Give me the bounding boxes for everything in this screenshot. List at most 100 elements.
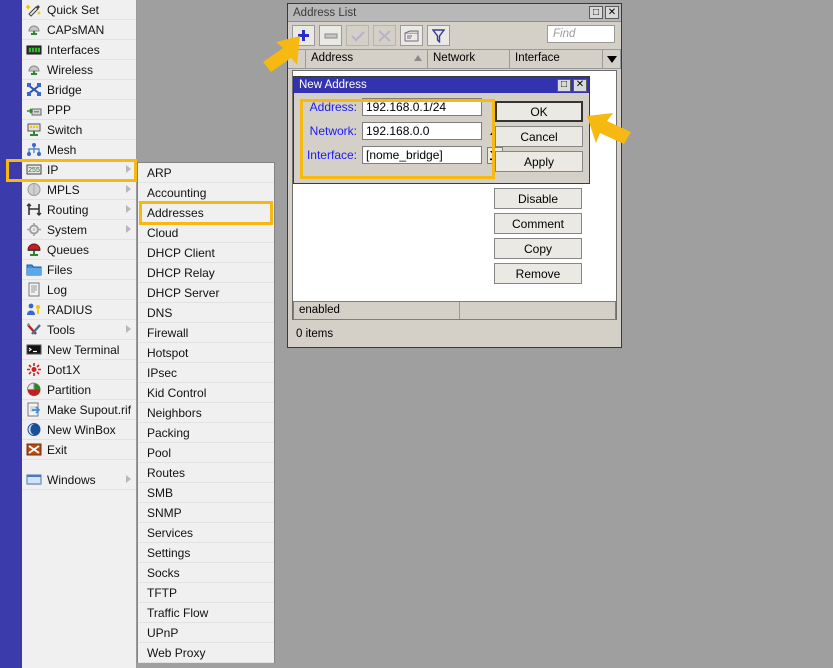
ip-submenu-item-addresses[interactable]: Addresses (138, 203, 274, 223)
sidebar-item-label: Mesh (47, 142, 77, 157)
wireless-icon (26, 62, 43, 78)
sidebar-item-label: Wireless (47, 62, 94, 77)
mpls-icon (26, 182, 43, 198)
add-button[interactable] (292, 25, 315, 46)
column-header-address[interactable]: Address (306, 50, 428, 68)
ip-submenu-panel: ARP Accounting Addresses Cloud DHCP Client DH… (137, 162, 275, 663)
column-header-network[interactable]: Network (428, 50, 510, 68)
sidebar-item-dot1x[interactable]: Dot1X (22, 360, 136, 380)
sidebar-item-system[interactable]: System (22, 220, 136, 240)
network-input[interactable]: 192.168.0.0 (362, 122, 482, 140)
sidebar-item-tools[interactable]: Tools (22, 320, 136, 340)
address-list-title: Address List (293, 6, 357, 19)
ip-submenu-item-ipsec[interactable]: IPsec (138, 363, 274, 383)
terminal-icon (26, 342, 43, 358)
radius-icon (26, 302, 43, 318)
ip-submenu-item-routes[interactable]: Routes (138, 463, 274, 483)
ip-submenu-item-pool[interactable]: Pool (138, 443, 274, 463)
address-list-status-row: enabled (293, 301, 616, 320)
ip-submenu-item-dhcp-client[interactable]: DHCP Client (138, 243, 274, 263)
sidebar-item-wireless[interactable]: Wireless (22, 60, 136, 80)
ip-submenu-item-dhcp-server[interactable]: DHCP Server (138, 283, 274, 303)
sidebar-item-label: Partition (47, 382, 92, 397)
enable-button[interactable] (346, 25, 369, 46)
field-label: Network: (309, 124, 357, 138)
sidebar-item-radius[interactable]: RADIUS (22, 300, 136, 320)
ip-submenu-item-upnp[interactable]: UPnP (138, 623, 274, 643)
sidebar-item-label: New WinBox (47, 422, 116, 437)
sidebar-item-routing[interactable]: Routing (22, 200, 136, 220)
ip-submenu-item-smb[interactable]: SMB (138, 483, 274, 503)
sidebar-item-partition[interactable]: Partition (22, 380, 136, 400)
ip-submenu-item-socks[interactable]: Socks (138, 563, 274, 583)
ip-submenu-item-firewall[interactable]: Firewall (138, 323, 274, 343)
sidebar-item-mpls[interactable]: MPLS (22, 180, 136, 200)
sidebar-item-bridge[interactable]: Bridge (22, 80, 136, 100)
sidebar-item-label: New Terminal (47, 342, 120, 357)
column-header-address-label: Address (311, 52, 354, 64)
maximize-icon[interactable]: □ (589, 6, 603, 19)
remove-button[interactable]: Remove (494, 263, 582, 284)
filter-button[interactable] (427, 25, 450, 46)
column-header-interface[interactable]: Interface (510, 50, 603, 68)
ip-submenu-item-tftp[interactable]: TFTP (138, 583, 274, 603)
disable-button[interactable] (373, 25, 396, 46)
sidebar-item-ip[interactable]: 255 IP (22, 160, 136, 180)
ip-submenu-item-hotspot[interactable]: Hotspot (138, 343, 274, 363)
log-icon (26, 282, 43, 298)
ip-submenu-item-arp[interactable]: ARP (138, 163, 274, 183)
ip-submenu-item-neighbors[interactable]: Neighbors (138, 403, 274, 423)
apply-button[interactable]: Apply (495, 151, 583, 172)
capsman-icon (26, 22, 43, 38)
ok-button[interactable]: OK (495, 101, 583, 122)
ip-submenu-item-dhcp-relay[interactable]: DHCP Relay (138, 263, 274, 283)
copy-button[interactable]: Copy (494, 238, 582, 259)
sidebar-item-ppp[interactable]: PPP (22, 100, 136, 120)
ip-submenu-item-snmp[interactable]: SNMP (138, 503, 274, 523)
address-list-column-header: Address Network Interface (288, 49, 621, 69)
sidebar-item-switch[interactable]: Switch (22, 120, 136, 140)
sidebar-item-queues[interactable]: Queues (22, 240, 136, 260)
ip-submenu-item-kid-control[interactable]: Kid Control (138, 383, 274, 403)
sidebar-item-quick-set[interactable]: Quick Set (22, 0, 136, 20)
system-icon (26, 222, 43, 238)
submenu-chevron-icon (126, 475, 131, 483)
sidebar-item-windows[interactable]: Windows (22, 470, 136, 490)
ip-submenu-item-dns[interactable]: DNS (138, 303, 274, 323)
disable-button[interactable]: Disable (494, 188, 582, 209)
ip-submenu-item-traffic-flow[interactable]: Traffic Flow (138, 603, 274, 623)
comment-button[interactable]: Comment (494, 213, 582, 234)
sidebar-item-make-supout-rif[interactable]: Make Supout.rif (22, 400, 136, 420)
sidebar-item-mesh[interactable]: Mesh (22, 140, 136, 160)
bridge-icon (26, 82, 43, 98)
mesh-icon (26, 142, 43, 158)
sidebar-item-log[interactable]: Log (22, 280, 136, 300)
cancel-button[interactable]: Cancel (495, 126, 583, 147)
close-icon[interactable]: ✕ (605, 6, 619, 19)
sidebar-item-exit[interactable]: Exit (22, 440, 136, 460)
sidebar-item-label: Interfaces (47, 42, 100, 57)
status-right-cell (460, 302, 615, 319)
comment-button[interactable] (400, 25, 423, 46)
sidebar-item-new-terminal[interactable]: New Terminal (22, 340, 136, 360)
address-list-titlebar: Address List □ ✕ (288, 4, 621, 22)
supout-icon (26, 402, 43, 418)
column-chooser-dropdown-icon[interactable] (603, 50, 621, 68)
ip-submenu-item-packing[interactable]: Packing (138, 423, 274, 443)
sidebar-item-new-winbox[interactable]: New WinBox (22, 420, 136, 440)
ip-submenu-item-accounting[interactable]: Accounting (138, 183, 274, 203)
dialog-maximize-icon[interactable]: □ (557, 78, 571, 92)
ip-submenu-item-services[interactable]: Services (138, 523, 274, 543)
sidebar-item-interfaces[interactable]: Interfaces (22, 40, 136, 60)
interface-input[interactable]: [nome_bridge] (362, 146, 482, 164)
sidebar-item-capsman[interactable]: CAPsMAN (22, 20, 136, 40)
dialog-close-icon[interactable]: ✕ (573, 78, 587, 92)
address-input[interactable]: 192.168.0.1/24 (362, 98, 482, 116)
ip-submenu-item-web-proxy[interactable]: Web Proxy (138, 643, 274, 663)
sidebar-item-files[interactable]: Files (22, 260, 136, 280)
ip-submenu-item-settings[interactable]: Settings (138, 543, 274, 563)
sidebar-item-label: Bridge (47, 82, 82, 97)
remove-button[interactable] (319, 25, 342, 46)
ip-submenu-item-cloud[interactable]: Cloud (138, 223, 274, 243)
search-input[interactable]: Find (547, 25, 615, 43)
